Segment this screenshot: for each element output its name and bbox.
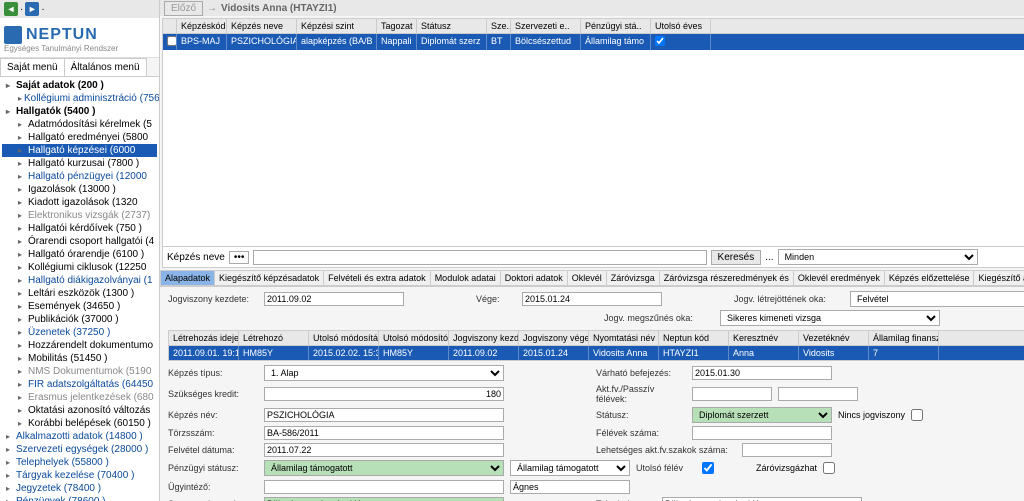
tree-item[interactable]: ▸Alkalmazotti adatok (14800 )	[2, 430, 157, 443]
statusz-select[interactable]: Diplomát szerzett	[692, 407, 832, 423]
tree-item[interactable]: ▸Elektronikus vizsgák (2737)	[2, 209, 157, 222]
telephely-input[interactable]	[662, 497, 862, 501]
nav-fwd-icon[interactable]: ►	[25, 2, 39, 16]
torzsszam-input[interactable]	[264, 426, 504, 440]
tree-item[interactable]: ▸Szervezeti egységek (28000 )	[2, 443, 157, 456]
nav-back-icon[interactable]: ◄	[4, 2, 18, 16]
zarovizsgazhat-checkbox[interactable]	[823, 462, 835, 474]
filter-select[interactable]: Minden	[778, 249, 978, 265]
prev-button[interactable]: Előző	[164, 1, 203, 16]
subgrid-row[interactable]: 2011.09.01. 19:13HM85Y2015.02.02. 15:34H…	[169, 346, 1024, 360]
detail-tab[interactable]: Záróvizsga részeredmények és	[659, 270, 794, 286]
tree-item[interactable]: ▸Hallgató órarendje (6100 )	[2, 248, 157, 261]
szukseges-kredit-input[interactable]	[264, 387, 504, 401]
detail-tab[interactable]: Modulok adatai	[430, 270, 501, 286]
search-input[interactable]	[253, 250, 706, 265]
tree-item[interactable]: ▸NMS Dokumentumok (5190	[2, 365, 157, 378]
detail-tab[interactable]: Oklevél	[567, 270, 607, 286]
tree-item[interactable]: ▸Hallgatók (5400 )	[2, 105, 157, 118]
tree-item[interactable]: ▸Jegyzetek (78400 )	[2, 482, 157, 495]
felvetel-datuma-input[interactable]	[264, 443, 504, 457]
detail-tab[interactable]: Alapadatok	[160, 270, 215, 286]
grid-header: KépzéskódKépzés neveKépzési szintTagozat…	[163, 19, 1024, 34]
lehetseges-szakok-input[interactable]	[742, 443, 832, 457]
tree-item[interactable]: ▸Telephelyek (55800 )	[2, 456, 157, 469]
detail-tab[interactable]: Doktori adatok	[500, 270, 568, 286]
kepzes-nev-input[interactable]	[264, 408, 504, 422]
nincs-jogviszony-checkbox[interactable]	[911, 409, 923, 421]
nav-tree[interactable]: ▸Saját adatok (200 )▸Kollégiumi adminisz…	[0, 77, 159, 501]
tree-item[interactable]: ▸Üzenetek (37250 )	[2, 326, 157, 339]
tree-item[interactable]: ▸Hallgató eredményei (5800	[2, 131, 157, 144]
megszunes-oka-select[interactable]: Sikeres kimeneti vizsga	[720, 310, 940, 326]
varhato-befejezes-input[interactable]	[692, 366, 832, 380]
tree-item[interactable]: ▸Erasmus jelentkezések (680	[2, 391, 157, 404]
tree-item[interactable]: ▸Hallgató kurzusai (7800 )	[2, 157, 157, 170]
detail-tab[interactable]: Oklevél eredmények	[793, 270, 885, 286]
detail-tabs[interactable]: AlapadatokKiegészítő képzésadatokFelvéte…	[160, 270, 1024, 287]
tree-item[interactable]: ▸Igazolások (13000 )	[2, 183, 157, 196]
tree-item[interactable]: ▸Adatmódosítási kérelmek (5	[2, 118, 157, 131]
tree-item[interactable]: ▸Hozzárendelt dokumentumo	[2, 339, 157, 352]
vege-input[interactable]	[522, 292, 662, 306]
penzugyi-statusz-select[interactable]: Államilag támogatott	[264, 460, 504, 476]
detail-tab[interactable]: Felvételi és extra adatok	[323, 270, 431, 286]
tree-item[interactable]: ▸Oktatási azonosító változás	[2, 404, 157, 417]
allamilag-select[interactable]: Államilag támogatott	[510, 460, 630, 476]
detail-tab[interactable]: Kiegészítő adatok	[973, 270, 1024, 286]
tree-item[interactable]: ▸Saját adatok (200 )	[2, 79, 157, 92]
passziv-felev-input[interactable]	[778, 387, 858, 401]
letrejott-oka-select[interactable]: Felvétel	[850, 291, 1024, 307]
akt-felev-input[interactable]	[692, 387, 772, 401]
tab-own-menu[interactable]: Saját menü	[0, 58, 65, 76]
jogv-kezdete-input[interactable]	[264, 292, 404, 306]
grid-row[interactable]: BPS-MAJPSZICHOLÓGIAalapképzés (BA/BNappa…	[163, 34, 1024, 50]
detail-tab[interactable]: Záróvizsga	[606, 270, 660, 286]
tree-item[interactable]: ▸Publikációk (37000 )	[2, 313, 157, 326]
tree-item[interactable]: ▸Órarendi csoport hallgatói (4	[2, 235, 157, 248]
ugyintezo-input[interactable]	[264, 480, 504, 494]
search-button[interactable]: Keresés	[711, 250, 762, 265]
tree-item[interactable]: ▸Kollégiumi adminisztráció (756)	[2, 92, 157, 105]
tree-item[interactable]: ▸Korábbi belépések (60150 )	[2, 417, 157, 430]
logo: NEPTUN Egységes Tanulmányi Rendszer	[0, 18, 159, 58]
tree-item[interactable]: ▸Pénzügyek (78600 )	[2, 495, 157, 501]
tree-item[interactable]: ▸FIR adatszolgáltatás (64450	[2, 378, 157, 391]
tree-item[interactable]: ▸Kollégiumi ciklusok (12250	[2, 261, 157, 274]
tree-item[interactable]: ▸Hallgatói kérdőívek (750 )	[2, 222, 157, 235]
tree-item[interactable]: ▸Hallgató pénzügyei (12000	[2, 170, 157, 183]
utolso-felev-checkbox[interactable]	[702, 462, 714, 474]
tab-general-menu[interactable]: Általános menü	[64, 58, 147, 76]
tree-item[interactable]: ▸Események (34650 )	[2, 300, 157, 313]
tree-item[interactable]: ▸Hallgató diákigazolványai (1	[2, 274, 157, 287]
tree-item[interactable]: ▸Mobilitás (51450 )	[2, 352, 157, 365]
ugyintezo2-input[interactable]	[510, 480, 630, 494]
tree-item[interactable]: ▸Kiadott igazolások (1320	[2, 196, 157, 209]
tree-item[interactable]: ▸Hallgató képzései (6000	[2, 144, 157, 157]
felevek-szama-input[interactable]	[692, 426, 832, 440]
detail-tab[interactable]: Kiegészítő képzésadatok	[214, 270, 324, 286]
szervezeti-egyseg-input[interactable]	[264, 497, 504, 501]
tree-item[interactable]: ▸Tárgyak kezelése (70400 )	[2, 469, 157, 482]
detail-tab[interactable]: Képzés előzettelése	[884, 270, 975, 286]
tree-item[interactable]: ▸Leltári eszközök (1300 )	[2, 287, 157, 300]
search-label: Képzés neve	[167, 252, 225, 263]
kepzes-tipus-select[interactable]: 1. Alap	[264, 365, 504, 381]
